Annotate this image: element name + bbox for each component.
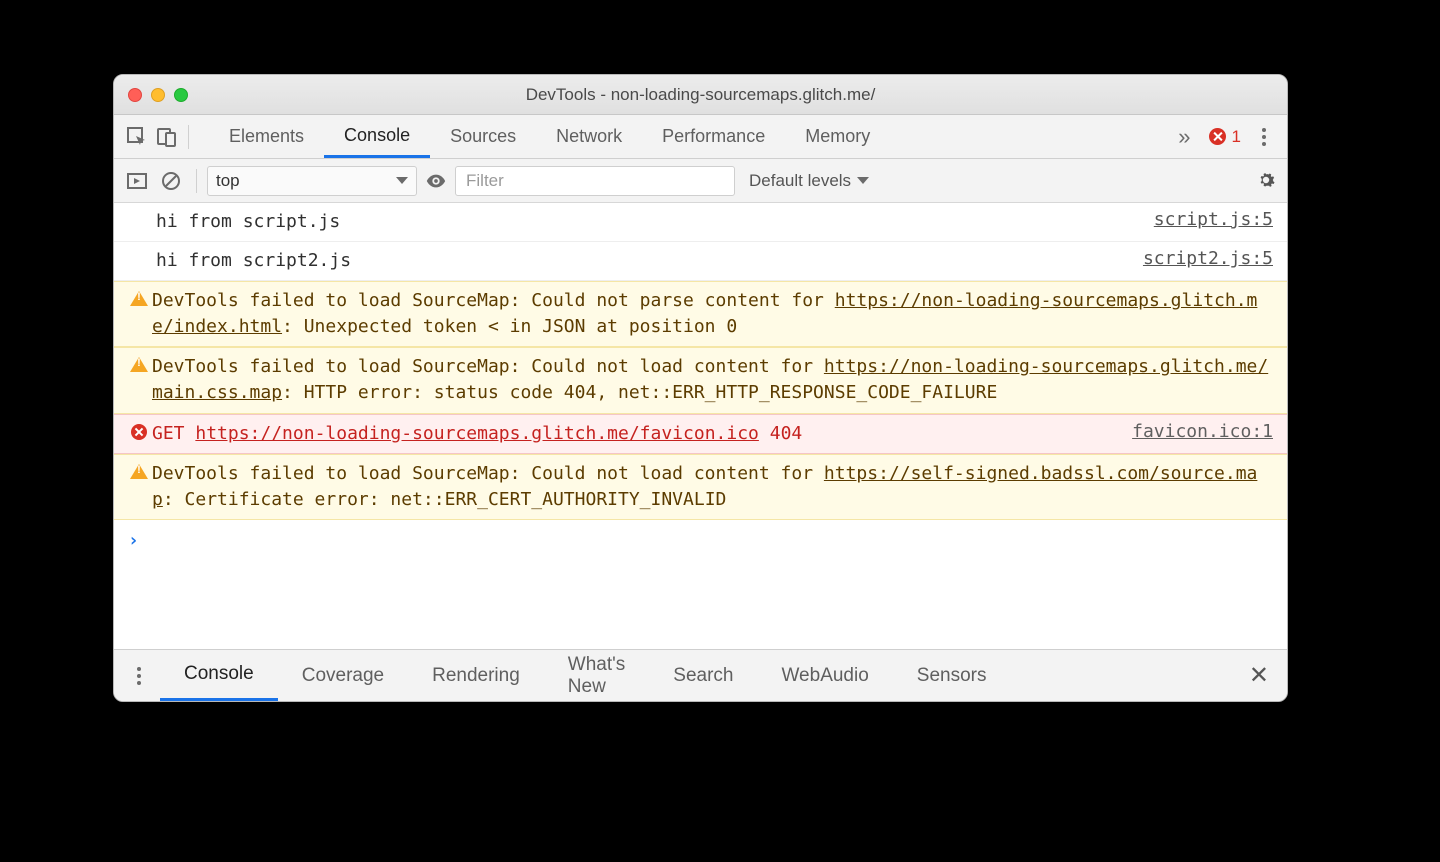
window-close-button[interactable] <box>128 88 142 102</box>
tab-network[interactable]: Network <box>536 115 642 158</box>
drawer-tab-console[interactable]: Console <box>160 650 278 701</box>
console-toolbar: top Default levels <box>114 159 1287 203</box>
drawer-tab-list: ConsoleCoverageRenderingWhat's NewSearch… <box>160 650 1011 701</box>
message-url-link[interactable]: https://non-loading-sourcemaps.glitch.me… <box>195 423 759 444</box>
message-url-link[interactable]: https://non-loading-sourcemaps.glitch.me… <box>152 356 1268 403</box>
chevron-down-icon <box>857 177 869 184</box>
console-log-message: hi from script2.js script2.js:5 <box>114 242 1287 281</box>
error-icon <box>1209 128 1226 145</box>
titlebar: DevTools - non-loading-sourcemaps.glitch… <box>114 75 1287 115</box>
message-text: DevTools failed to load SourceMap: Could… <box>152 354 1273 406</box>
message-text: DevTools failed to load SourceMap: Could… <box>152 461 1273 513</box>
tab-memory[interactable]: Memory <box>785 115 890 158</box>
tab-performance[interactable]: Performance <box>642 115 785 158</box>
chevron-down-icon <box>396 177 408 184</box>
filter-input[interactable] <box>455 166 735 196</box>
console-log-message: hi from script.js script.js:5 <box>114 203 1287 242</box>
window-title: DevTools - non-loading-sourcemaps.glitch… <box>114 85 1287 105</box>
traffic-lights <box>128 88 188 102</box>
message-url-link[interactable]: https://non-loading-sourcemaps.glitch.me… <box>152 290 1257 337</box>
message-text: GET https://non-loading-sourcemaps.glitc… <box>152 421 1112 447</box>
main-tabs-bar: ElementsConsoleSourcesNetworkPerformance… <box>114 115 1287 159</box>
toggle-device-icon[interactable] <box>152 122 182 152</box>
divider <box>188 125 189 149</box>
window-minimize-button[interactable] <box>151 88 165 102</box>
devtools-window: DevTools - non-loading-sourcemaps.glitch… <box>113 74 1288 702</box>
error-icon <box>126 421 152 440</box>
inspect-element-icon[interactable] <box>122 122 152 152</box>
message-text: DevTools failed to load SourceMap: Could… <box>152 288 1273 340</box>
log-levels-selector[interactable]: Default levels <box>739 171 879 191</box>
tabs-overflow-button[interactable]: » <box>1168 124 1200 150</box>
message-source-link[interactable]: favicon.ico:1 <box>1132 421 1273 442</box>
warning-icon <box>126 354 152 372</box>
toggle-sidebar-icon[interactable] <box>122 166 152 196</box>
console-prompt[interactable]: › <box>114 520 1287 561</box>
http-method: GET <box>152 423 195 444</box>
message-text: hi from script.js <box>156 209 1134 235</box>
drawer-tab-search[interactable]: Search <box>649 650 757 701</box>
warning-icon <box>126 288 152 306</box>
live-expression-icon[interactable] <box>421 166 451 196</box>
drawer-tab-coverage[interactable]: Coverage <box>278 650 408 701</box>
drawer-tab-what-s-new[interactable]: What's New <box>544 650 649 701</box>
error-count-badge[interactable]: 1 <box>1201 127 1249 147</box>
console-warn-message: DevTools failed to load SourceMap: Could… <box>114 281 1287 347</box>
console-messages: hi from script.jsscript.js:5hi from scri… <box>114 203 1287 649</box>
http-status-code: 404 <box>759 423 802 444</box>
console-err-message: GET https://non-loading-sourcemaps.glitc… <box>114 414 1287 454</box>
settings-menu-button[interactable] <box>1249 128 1279 146</box>
message-text: hi from script2.js <box>156 248 1123 274</box>
log-levels-label: Default levels <box>749 171 851 191</box>
tab-console[interactable]: Console <box>324 115 430 158</box>
console-warn-message: DevTools failed to load SourceMap: Could… <box>114 454 1287 520</box>
message-url-link[interactable]: https://self-signed.badssl.com/source.ma… <box>152 463 1257 510</box>
drawer-menu-button[interactable] <box>124 667 154 685</box>
drawer-tab-sensors[interactable]: Sensors <box>893 650 1011 701</box>
context-selector-value: top <box>216 171 240 191</box>
warning-icon <box>126 461 152 479</box>
main-tab-list: ElementsConsoleSourcesNetworkPerformance… <box>209 115 1168 158</box>
drawer-tab-webaudio[interactable]: WebAudio <box>757 650 892 701</box>
console-warn-message: DevTools failed to load SourceMap: Could… <box>114 347 1287 413</box>
window-zoom-button[interactable] <box>174 88 188 102</box>
drawer-tab-rendering[interactable]: Rendering <box>408 650 544 701</box>
message-source-link[interactable]: script.js:5 <box>1154 209 1273 230</box>
prompt-caret-icon: › <box>128 530 139 551</box>
message-source-link[interactable]: script2.js:5 <box>1143 248 1273 269</box>
tab-elements[interactable]: Elements <box>209 115 324 158</box>
drawer-close-button[interactable]: ✕ <box>1241 661 1277 690</box>
tab-sources[interactable]: Sources <box>430 115 536 158</box>
divider <box>196 169 197 193</box>
context-selector[interactable]: top <box>207 166 417 196</box>
console-settings-icon[interactable] <box>1255 169 1279 193</box>
clear-console-icon[interactable] <box>156 166 186 196</box>
drawer-bar: ConsoleCoverageRenderingWhat's NewSearch… <box>114 649 1287 701</box>
error-count-value: 1 <box>1232 127 1241 147</box>
